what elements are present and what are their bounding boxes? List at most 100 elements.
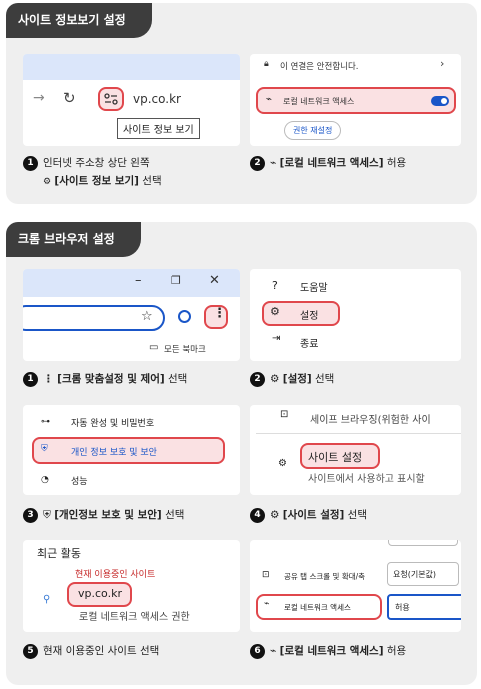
local-net-label: 로컬 네트워크 액세스: [283, 97, 355, 106]
local-net-value: 허용: [395, 603, 410, 612]
caption-rest: 허용: [383, 645, 407, 657]
site-settings-label[interactable]: 사이트 설정: [308, 449, 362, 465]
folder-icon: ▭: [149, 342, 159, 353]
safe-browsing-label[interactable]: 세이프 브라우징(위험한 사이: [310, 411, 431, 426]
site-settings-icon: ⚙︎: [278, 458, 287, 469]
nav-privacy[interactable]: 개인 정보 보호 및 보안: [71, 445, 157, 458]
local-net-toggle[interactable]: [431, 96, 449, 106]
tab-strip: [23, 54, 240, 80]
local-net-label: 로컬 네트워크 액세스: [284, 603, 351, 612]
caption-6: 4 ⚙︎ [사이트 설정] 선택: [250, 507, 367, 524]
menu-help[interactable]: 도움말: [300, 279, 328, 294]
caption-bold: [설정]: [282, 373, 312, 385]
settings-nav-card: ⊶ 자동 완성 및 비밀번호 ⛨ 개인 정보 보호 및 보안 ◔ 성능: [23, 405, 240, 495]
section-title: 크롬 브라우저 설정: [6, 222, 141, 257]
help-icon: ?: [272, 279, 278, 292]
caption-bold: [크롬 맞춤설정 및 제어]: [57, 373, 165, 385]
local-network-icon: ⌁: [264, 599, 270, 609]
caption-text: 인터넷 주소창 상단 왼쪽: [43, 157, 150, 169]
step-number: 2: [250, 371, 265, 387]
step-number: 5: [23, 643, 38, 659]
key-icon: ⊶: [41, 417, 50, 427]
url-text[interactable]: vp.co.kr: [133, 92, 181, 106]
caption-rest: 선택: [311, 373, 335, 385]
site-entry[interactable]: vp.co.kr: [78, 587, 122, 600]
select-box[interactable]: [388, 540, 458, 546]
caption-bold: [로컬 네트워크 액세스]: [279, 645, 384, 657]
safe-browsing-icon: ⊡: [280, 409, 289, 420]
caption-7: 5 현재 이용중인 사이트 선택: [23, 643, 159, 660]
share-tab-value: 요청(기본값): [393, 570, 437, 579]
section-chrome-settings: 크롬 브라우저 설정 – ❐ ✕ ☆ ⋮ ▭ 모든 북마크 ? 도움말 ⚙︎ 설…: [6, 222, 477, 685]
step-number: 1: [23, 371, 38, 387]
step-number: 4: [250, 507, 265, 523]
caption-rest: 선택: [161, 509, 185, 521]
title-bar: [23, 269, 240, 297]
gear-icon: ⚙︎: [270, 373, 283, 385]
bookmarks-label[interactable]: 모든 북마크: [164, 343, 206, 355]
chrome-menu-card: ? 도움말 ⚙︎ 설정 ⇥ 종료: [250, 269, 461, 361]
caption-bold: [개인정보 보호 및 보안]: [54, 509, 162, 521]
nav-performance[interactable]: 성능: [71, 474, 88, 487]
site-favicon-icon: ⚲: [43, 594, 51, 605]
caption-4: 2 ⚙︎ [설정] 선택: [250, 371, 334, 388]
local-network-icon: ⌁: [270, 645, 280, 657]
site-settings-desc: 사이트에서 사용하고 표시할: [308, 474, 425, 485]
menu-exit[interactable]: 종료: [300, 335, 318, 350]
site-permissions-card: ⊡ 공유 탭 스크롤 및 확대/축 요청(기본값) ⌁ 로컬 네트워크 액세스 …: [250, 540, 461, 632]
step-number: 3: [23, 507, 38, 523]
more-vert-icon: ⋮: [43, 373, 58, 385]
speed-icon: ◔: [41, 475, 49, 485]
caption-rest: 선택: [164, 373, 188, 385]
section-site-info: 사이트 정보보기 설정 → ↻ vp.co.kr 사이트 정보 보기 🔒︎ 이 …: [6, 3, 477, 204]
caption-rest: 선택: [344, 509, 367, 521]
restore-icon[interactable]: ❐: [171, 274, 181, 287]
recent-activity-card: 최근 활동 현재 이용중인 사이트 ⚲ vp.co.kr 로컬 네트워크 액세스…: [23, 540, 240, 632]
secure-text: 이 연결은 안전합니다.: [280, 62, 359, 72]
forward-arrow-icon[interactable]: →: [33, 90, 45, 106]
caption-rest: 허용: [383, 157, 407, 169]
exit-icon: ⇥: [272, 333, 281, 344]
chrome-toolbar-card: – ❐ ✕ ☆ ⋮ ▭ 모든 북마크: [23, 269, 240, 361]
tooltip: 사이트 정보 보기: [117, 118, 200, 139]
recent-heading: 최근 활동: [37, 547, 81, 560]
site-info-icon: ⚙︎: [43, 177, 52, 187]
address-bar-card: → ↻ vp.co.kr 사이트 정보 보기: [23, 54, 240, 146]
gear-icon: ⚙︎: [270, 305, 280, 318]
divider: [256, 433, 461, 434]
shield-icon: ⛨: [43, 509, 55, 521]
site-info-panel: 🔒︎ 이 연결은 안전합니다. › ⌁ 로컬 네트워크 액세스 권한 재설정: [250, 54, 461, 146]
more-vert-icon[interactable]: ⋮: [213, 306, 226, 321]
caption-bold: [사이트 정보 보기]: [54, 175, 139, 187]
reload-icon[interactable]: ↻: [63, 89, 76, 107]
site-info-icon[interactable]: [104, 93, 118, 105]
current-site-label: 현재 이용중인 사이트: [75, 570, 156, 580]
step-number: 1: [23, 155, 38, 171]
caption-3: 1 ⋮ [크롬 맞춤설정 및 제어] 선택: [23, 371, 187, 388]
step-number: 6: [250, 643, 265, 659]
minimize-icon[interactable]: –: [135, 273, 142, 288]
local-network-icon: ⌁: [266, 94, 273, 105]
caption-2: 2 ⌁ [로컬 네트워크 액세스] 허용: [250, 155, 406, 172]
caption-rest: 선택: [138, 175, 162, 187]
share-tab-label: 공유 탭 스크롤 및 확대/축: [284, 572, 366, 581]
caption-bold: [로컬 네트워크 액세스]: [279, 157, 384, 169]
menu-settings[interactable]: 설정: [300, 307, 318, 322]
site-settings-icon: ⚙︎: [270, 509, 283, 521]
local-network-icon: ⌁: [270, 157, 280, 169]
caption-5: 3 ⛨ [개인정보 보호 및 보안] 선택: [23, 507, 184, 524]
star-icon[interactable]: ☆: [141, 309, 153, 324]
close-icon[interactable]: ✕: [209, 273, 220, 288]
reset-permissions-button[interactable]: 권한 재설정: [284, 121, 342, 140]
privacy-panel-card: ⊡ 세이프 브라우징(위험한 사이 ⚙︎ 사이트 설정 사이트에서 사용하고 표…: [250, 405, 461, 495]
caption-8: 6 ⌁ [로컬 네트워크 액세스] 허용: [250, 643, 406, 660]
caption-text: 현재 이용중인 사이트 선택: [43, 645, 160, 657]
profile-icon[interactable]: [178, 310, 191, 323]
section-title: 사이트 정보보기 설정: [6, 3, 152, 38]
caption-1-line2: ⚙︎ [사이트 정보 보기] 선택: [43, 173, 162, 191]
caption-bold: [사이트 설정]: [282, 509, 345, 521]
shield-icon: ⛨: [41, 444, 48, 454]
scroll-zoom-icon: ⊡: [262, 570, 270, 580]
chevron-right-icon[interactable]: ›: [440, 57, 444, 70]
nav-autofill[interactable]: 자동 완성 및 비밀번호: [71, 416, 154, 429]
